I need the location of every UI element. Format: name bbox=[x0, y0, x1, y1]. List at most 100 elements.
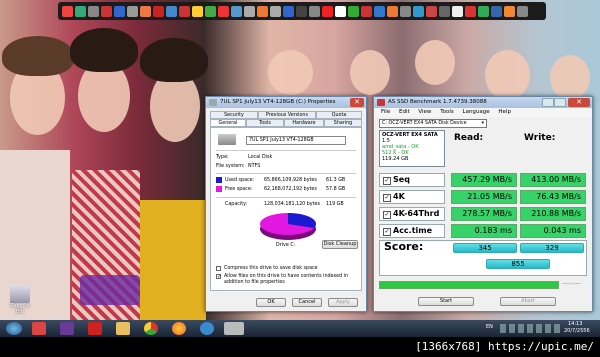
compress-checkbox[interactable] bbox=[216, 266, 221, 271]
tab-security[interactable]: Security bbox=[210, 111, 258, 119]
dock-app-icon[interactable] bbox=[478, 5, 489, 17]
tab-tools[interactable]: Tools bbox=[246, 119, 284, 127]
ok-button[interactable]: OK bbox=[256, 298, 286, 307]
minimize-button[interactable] bbox=[542, 98, 554, 107]
dock-app-icon[interactable] bbox=[270, 5, 281, 17]
dock-app-icon[interactable] bbox=[218, 5, 229, 17]
dock-app-icon[interactable] bbox=[153, 5, 164, 17]
menu-edit[interactable]: Edit bbox=[399, 109, 410, 115]
dock-app-icon[interactable] bbox=[296, 5, 307, 17]
dock-app-icon[interactable] bbox=[491, 5, 502, 17]
wallpaper-figure-4 bbox=[268, 50, 313, 95]
type-value: Local Disk bbox=[248, 155, 273, 160]
acctime-checkbox[interactable]: ✓ bbox=[383, 228, 391, 236]
ie-icon[interactable] bbox=[200, 322, 214, 335]
menu-file[interactable]: File bbox=[381, 109, 390, 115]
tab-previous-versions[interactable]: Previous Versions bbox=[258, 111, 316, 119]
taskbar-app-3-icon[interactable] bbox=[88, 322, 102, 335]
dock-app-icon[interactable] bbox=[335, 5, 346, 17]
write-header: Write: bbox=[524, 133, 556, 143]
dock-app-icon[interactable] bbox=[309, 5, 320, 17]
acctime-row-label[interactable]: ✓ Acc.time bbox=[379, 224, 445, 238]
dock-app-icon[interactable] bbox=[257, 5, 268, 17]
dock-app-icon[interactable] bbox=[114, 5, 125, 17]
drive-tool-icon[interactable] bbox=[224, 322, 244, 335]
dock-app-icon[interactable] bbox=[192, 5, 203, 17]
close-button[interactable]: ✕ bbox=[350, 98, 364, 107]
dock-app-icon[interactable] bbox=[244, 5, 255, 17]
score-write: 329 bbox=[520, 243, 584, 253]
as-ssd-app-icon bbox=[377, 99, 385, 106]
dock-app-icon[interactable] bbox=[231, 5, 242, 17]
dock-app-icon[interactable] bbox=[140, 5, 151, 17]
dock-app-icon[interactable] bbox=[179, 5, 190, 17]
index-checkbox[interactable]: ✓ bbox=[216, 274, 221, 280]
dock-app-icon[interactable] bbox=[517, 5, 528, 17]
dock-app-icon[interactable] bbox=[101, 5, 112, 17]
seq-checkbox[interactable]: ✓ bbox=[383, 177, 391, 185]
wallpaper-logo-shape bbox=[80, 275, 140, 305]
volume-name-field[interactable]: 7UL SP1 July13 VT4-128GB bbox=[246, 136, 346, 145]
apply-button[interactable]: Apply bbox=[328, 298, 358, 307]
read-header: Read: bbox=[454, 133, 484, 143]
drive-select[interactable]: C: OCZ-VERT EX4 SATA Disk Device ▾ bbox=[379, 119, 487, 128]
dock-app-icon[interactable] bbox=[374, 5, 385, 17]
dock-app-icon[interactable] bbox=[322, 5, 333, 17]
close-button[interactable]: ✕ bbox=[568, 98, 590, 107]
menu-help[interactable]: Help bbox=[498, 109, 511, 115]
dock-app-icon[interactable] bbox=[504, 5, 515, 17]
tab-general[interactable]: General bbox=[210, 119, 246, 127]
dock-app-icon[interactable] bbox=[452, 5, 463, 17]
4k64-row-label[interactable]: ✓ 4K-64Thrd bbox=[379, 207, 445, 221]
tab-sharing[interactable]: Sharing bbox=[324, 119, 362, 127]
recycle-bin-shortcut[interactable]: Recycle Bin bbox=[6, 285, 34, 315]
taskbar-app-2-icon[interactable] bbox=[60, 322, 74, 335]
dock-app-icon[interactable] bbox=[62, 5, 73, 17]
file-explorer-icon[interactable] bbox=[116, 322, 130, 335]
menu-language[interactable]: Language bbox=[463, 109, 490, 115]
dock-app-icon[interactable] bbox=[127, 5, 138, 17]
dock-app-icon[interactable] bbox=[283, 5, 294, 17]
disk-cleanup-button[interactable]: Disk Cleanup bbox=[322, 240, 358, 249]
dock-app-icon[interactable] bbox=[348, 5, 359, 17]
dock-app-icon[interactable] bbox=[400, 5, 411, 17]
acctime-label: Acc.time bbox=[393, 226, 433, 235]
4k-row-label[interactable]: ✓ 4K bbox=[379, 190, 445, 204]
start-orb-icon[interactable] bbox=[6, 322, 22, 335]
menu-tools[interactable]: Tools bbox=[440, 109, 454, 115]
dock-app-icon[interactable] bbox=[361, 5, 372, 17]
dock-app-icon[interactable] bbox=[439, 5, 450, 17]
4k-label: 4K bbox=[393, 192, 405, 201]
cancel-button[interactable]: Cancel bbox=[292, 298, 322, 307]
dock-app-icon[interactable] bbox=[88, 5, 99, 17]
clock-time[interactable]: 14:13 bbox=[568, 321, 582, 327]
clock-date[interactable]: 20/7/2556 bbox=[564, 328, 590, 334]
abort-button[interactable]: Abort bbox=[500, 297, 556, 306]
chevron-down-icon: ▾ bbox=[481, 121, 484, 126]
dock-app-icon[interactable] bbox=[205, 5, 216, 17]
dock-app-icon[interactable] bbox=[75, 5, 86, 17]
4k-write-value: 76.43 MB/s bbox=[520, 190, 586, 204]
seq-row-label[interactable]: ✓ Seq bbox=[379, 173, 445, 187]
language-indicator[interactable]: EN bbox=[486, 324, 493, 330]
as-ssd-title: AS SSD Benchmark 1.7.4739.38088 bbox=[388, 99, 487, 105]
start-button[interactable]: Start bbox=[418, 297, 474, 306]
wallpaper-hair-3 bbox=[140, 38, 208, 82]
dock-app-icon[interactable] bbox=[465, 5, 476, 17]
tray-icons[interactable] bbox=[500, 324, 560, 333]
4k64-checkbox[interactable]: ✓ bbox=[383, 211, 391, 219]
dock-app-icon[interactable] bbox=[166, 5, 177, 17]
divider bbox=[216, 197, 356, 198]
firefox-icon[interactable] bbox=[172, 322, 186, 335]
seq-label: Seq bbox=[393, 175, 410, 184]
taskbar-app-1-icon[interactable] bbox=[32, 322, 46, 335]
4k-checkbox[interactable]: ✓ bbox=[383, 194, 391, 202]
menu-view[interactable]: View bbox=[418, 109, 431, 115]
maximize-button[interactable] bbox=[554, 98, 566, 107]
tab-quota[interactable]: Quota bbox=[316, 111, 362, 119]
dock-app-icon[interactable] bbox=[413, 5, 424, 17]
dock-app-icon[interactable] bbox=[426, 5, 437, 17]
tab-hardware[interactable]: Hardware bbox=[284, 119, 324, 127]
dock-app-icon[interactable] bbox=[387, 5, 398, 17]
chrome-icon[interactable] bbox=[144, 322, 158, 335]
